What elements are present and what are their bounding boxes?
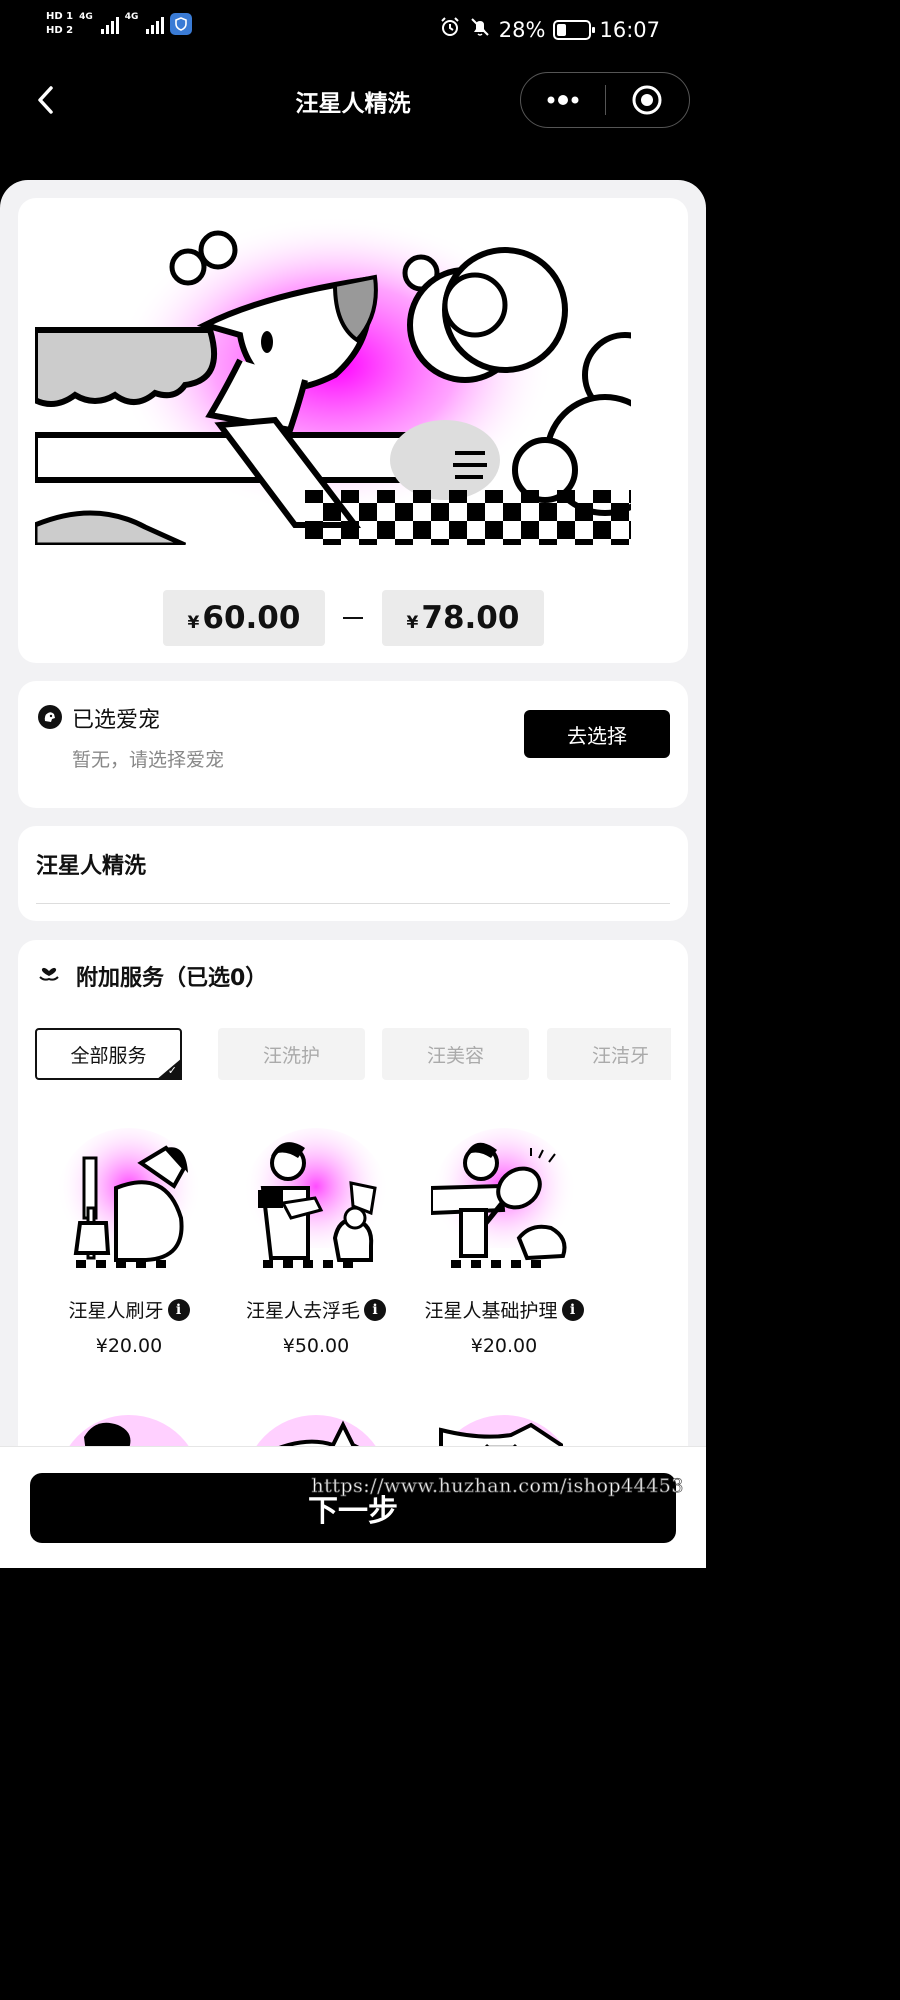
selected-pet-subtitle: 暂无，请选择爱宠 [72, 749, 225, 771]
heart-hand-icon [39, 967, 59, 981]
network2-label: 4G [124, 12, 139, 22]
item-name-row: 汪星人基础护理 i [414, 1296, 594, 1323]
tab-label: 全部服务 [70, 1044, 147, 1067]
signal2-icon [146, 14, 165, 34]
hd-indicator: HD 1 HD 2 [46, 12, 73, 36]
price-range-dash [343, 617, 363, 619]
addon-item-basic-care[interactable]: 汪星人基础护理 i ¥20.00 [414, 1128, 594, 1357]
divider [36, 903, 670, 904]
watermark: https://www.huzhan.com/ishop44453 [311, 1475, 684, 1498]
bottom-bar: 下一步 https://www.huzhan.com/ishop44453 [0, 1446, 706, 1568]
status-bar: HD 1 HD 2 4G 4G 28% 16:07 [0, 0, 706, 62]
deshedding-illustration [243, 1128, 389, 1274]
mute-icon [469, 16, 491, 43]
item-name-row: 汪星人去浮毛 i [226, 1296, 406, 1323]
item-name: 汪星人基础护理 [424, 1300, 558, 1322]
teeth-brushing-illustration [56, 1128, 202, 1274]
pet-badge-icon [38, 705, 62, 729]
item-price: ¥20.00 [470, 1335, 538, 1357]
price-min-box: ¥ 60.00 [163, 590, 325, 646]
basic-care-illustration [429, 1128, 577, 1274]
addon-item-deshedding[interactable]: 汪星人去浮毛 i ¥50.00 [226, 1128, 406, 1357]
choose-pet-button[interactable]: 去选择 [524, 710, 670, 758]
selected-pet-title: 已选爱宠 [72, 708, 161, 733]
tab-grooming[interactable]: 汪美容 [382, 1028, 529, 1080]
info-icon[interactable]: i [167, 1298, 190, 1321]
tab-teeth-cleaning[interactable]: 汪洁牙 [547, 1028, 671, 1080]
miniapp-capsule [520, 72, 690, 128]
tab-label: 汪洁牙 [591, 1044, 649, 1067]
status-right: 28% 16:07 [439, 16, 660, 43]
shield-app-icon [170, 13, 193, 35]
battery-percent: 28% [498, 17, 546, 42]
signal1-icon [100, 14, 119, 34]
addon-tabs: 全部服务 ✓ 汪洗护 汪美容 汪洁牙 [35, 1028, 671, 1082]
check-icon: ✓ [167, 1064, 177, 1077]
status-left: HD 1 HD 2 4G 4G [46, 12, 193, 36]
service-name-card: 汪星人精洗 [18, 826, 688, 921]
hero-card: ¥ 60.00 ¥ 78.00 [18, 198, 688, 663]
tab-label: 汪洗护 [262, 1044, 320, 1067]
item-name-row: 汪星人刷牙 i [39, 1296, 219, 1323]
battery-icon [553, 19, 596, 40]
currency-symbol: ¥ [187, 613, 200, 633]
info-icon[interactable]: i [364, 1298, 386, 1321]
hd2-label: HD 2 [46, 25, 74, 36]
price-range: ¥ 60.00 ¥ 78.00 [18, 590, 688, 646]
item-price: ¥50.00 [282, 1335, 350, 1357]
target-close-icon [632, 85, 662, 115]
tab-wash-care[interactable]: 汪洗护 [218, 1028, 365, 1080]
info-icon[interactable]: i [561, 1298, 584, 1321]
price-max: 78.00 [421, 600, 520, 636]
addon-title: 附加服务（已选0） [76, 966, 268, 991]
hd1-label: HD 1 [46, 11, 74, 22]
content-area: ¥ 60.00 ¥ 78.00 已选爱宠 暂无，请选择爱宠 去选择 汪星人精洗 … [0, 180, 706, 1568]
price-min: 60.00 [202, 600, 301, 636]
nav-bar: 汪星人精洗 [0, 62, 706, 180]
price-max-box: ¥ 78.00 [382, 590, 544, 646]
currency-symbol: ¥ [406, 613, 419, 633]
network1-label: 4G [79, 12, 93, 22]
tab-label: 汪美容 [426, 1044, 484, 1067]
hero-illustration [35, 215, 631, 545]
service-name: 汪星人精洗 [36, 854, 147, 879]
selected-pet-card: 已选爱宠 暂无，请选择爱宠 去选择 [18, 681, 688, 808]
more-button[interactable] [521, 73, 605, 127]
alarm-icon [439, 16, 461, 43]
close-miniapp-button[interactable] [606, 73, 690, 127]
item-name: 汪星人去浮毛 [245, 1300, 360, 1322]
more-dots-icon [547, 95, 579, 105]
item-price: ¥20.00 [95, 1335, 163, 1357]
tab-all-services[interactable]: 全部服务 ✓ [35, 1028, 182, 1080]
item-name: 汪星人刷牙 [68, 1300, 164, 1322]
clock: 16:07 [599, 17, 660, 42]
addon-item-teeth-brushing[interactable]: 汪星人刷牙 i ¥20.00 [39, 1128, 219, 1357]
